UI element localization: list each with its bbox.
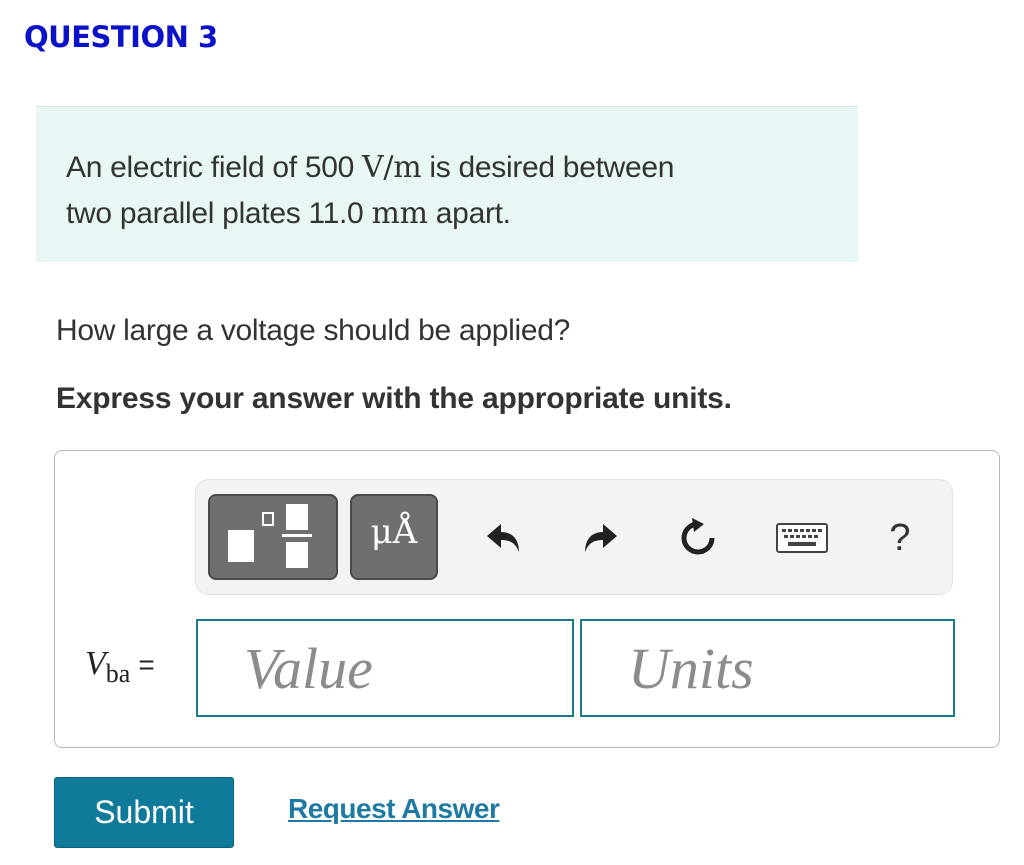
question-page: QUESTION 3 An electric field of 500 V/m … — [0, 0, 1024, 865]
math-toolbar: μÅ ? — [195, 479, 953, 595]
undo-button[interactable] — [476, 510, 532, 566]
problem-intro-text: An electric field of 500 V/m is desired … — [66, 145, 826, 237]
intro-line1-text: An electric field of 500 — [66, 151, 363, 184]
value-input[interactable] — [196, 619, 574, 717]
variable-subscript: ba — [105, 659, 131, 688]
help-button[interactable]: ? — [872, 510, 928, 566]
equals-sign: = — [138, 649, 155, 680]
help-icon: ? — [889, 516, 911, 559]
redo-icon — [585, 524, 617, 552]
units-button[interactable]: μÅ — [350, 494, 438, 580]
answer-panel: μÅ ? Vba = Value Units — [54, 450, 1000, 748]
keyboard-icon — [776, 523, 828, 553]
submit-button[interactable]: Submit — [54, 777, 234, 848]
reset-button[interactable] — [670, 510, 726, 566]
templates-icon — [210, 496, 336, 578]
variable-label: Vba = — [85, 645, 155, 688]
keyboard-button[interactable] — [772, 510, 832, 566]
units-input[interactable] — [580, 619, 955, 717]
variable-symbol: V — [85, 645, 106, 682]
answer-instruction: Express your answer with the appropriate… — [56, 382, 732, 415]
intro-distance-unit: mm — [371, 196, 428, 231]
intro-field-unit: V/m — [362, 150, 422, 185]
question-prompt: How large a voltage should be applied? — [56, 314, 570, 347]
templates-button[interactable] — [208, 494, 338, 580]
redo-button[interactable] — [572, 510, 628, 566]
request-answer-link[interactable]: Request Answer — [288, 793, 500, 825]
units-icon: μÅ — [370, 512, 418, 552]
intro-line2-text: two parallel plates 11.0 — [66, 197, 372, 230]
question-title: QUESTION 3 — [24, 20, 218, 54]
undo-icon — [487, 524, 519, 552]
reset-icon — [681, 518, 715, 555]
intro-line1-end: is desired between — [421, 151, 675, 184]
intro-line2-end: apart. — [427, 197, 511, 230]
problem-intro-panel: An electric field of 500 V/m is desired … — [36, 106, 858, 262]
